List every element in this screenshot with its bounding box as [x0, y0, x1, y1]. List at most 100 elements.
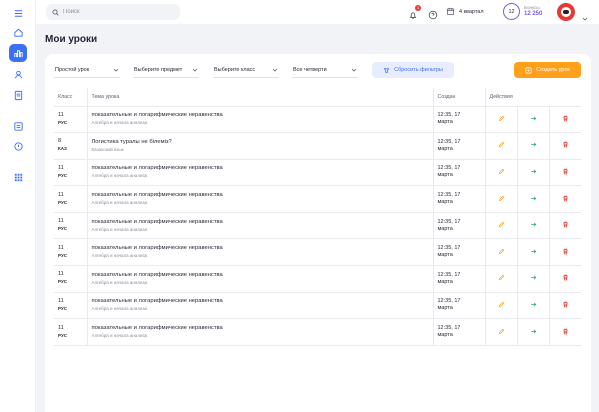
table-row[interactable]: 11 РУС показательные и логарифмические н… [54, 212, 581, 240]
search-box[interactable] [46, 4, 180, 20]
grade-cell: 11 РУС [54, 292, 87, 320]
subject-select[interactable]: Выберите предмет [133, 63, 199, 78]
pencil-icon[interactable] [498, 141, 505, 148]
table-row[interactable]: 11 РУС показательные и логарифмические н… [54, 159, 581, 187]
help-circle-icon[interactable] [428, 7, 438, 20]
table-row[interactable]: 11 РУС показательные и логарифмические н… [54, 185, 581, 213]
table-row[interactable]: 11 РУС показательные и логарифмические н… [54, 238, 581, 267]
home-icon[interactable] [9, 23, 27, 41]
grade-cell: 11 РУС [54, 318, 87, 346]
edit-cell [484, 132, 517, 160]
search-input[interactable] [63, 9, 173, 15]
arrow-right-icon[interactable] [530, 195, 537, 202]
grade-number: 11 [58, 111, 64, 118]
lessons-icon[interactable] [9, 44, 27, 62]
apps-icon[interactable] [9, 168, 27, 186]
page-title: Мои уроки [45, 34, 98, 45]
table-header-row: Класс Тема урока Создан Действия [54, 88, 581, 107]
trash-icon[interactable] [562, 301, 569, 308]
pencil-icon[interactable] [498, 168, 505, 175]
book-icon[interactable] [9, 117, 27, 135]
delete-cell [548, 159, 581, 187]
pencil-icon[interactable] [498, 328, 505, 335]
lesson-subject: Алгебра и начала анализа [91, 173, 148, 179]
pencil-icon[interactable] [498, 195, 505, 202]
reset-filters-label: Сбросить фильтры [394, 67, 443, 73]
topic-cell: показательные и логарифмические неравенс… [86, 212, 433, 240]
language-label: РУС [58, 119, 67, 125]
notification-bell-icon[interactable]: 1 [408, 5, 421, 19]
trash-icon[interactable] [562, 221, 569, 228]
create-lesson-label: Создать урок [536, 67, 570, 73]
open-cell [516, 106, 549, 134]
lesson-type-select[interactable]: Простой урок [54, 63, 120, 78]
grade-select[interactable]: Выберите класс [213, 63, 279, 78]
language-label: РУС [58, 279, 67, 285]
quarter-selector[interactable]: 4 квартал [446, 7, 484, 16]
quarter-filter-select[interactable]: Все четверти [292, 63, 358, 78]
notification-badge: 1 [415, 5, 421, 11]
filter-reset-icon [383, 67, 390, 73]
edit-cell [484, 159, 517, 187]
arrow-right-icon[interactable] [530, 301, 537, 308]
trash-icon[interactable] [562, 141, 569, 148]
created-month: марта [437, 199, 453, 206]
calendar-icon [446, 7, 455, 16]
open-cell [516, 132, 549, 160]
grade-number: 11 [58, 191, 64, 198]
arrow-right-icon[interactable] [530, 115, 537, 122]
language-label: РУС [58, 172, 67, 178]
table-row[interactable]: 11 РУС показательные и логарифмические н… [54, 292, 581, 320]
grade-number: 11 [58, 164, 64, 171]
add-lesson-icon [525, 67, 532, 73]
pencil-icon[interactable] [498, 115, 505, 122]
arrow-right-icon[interactable] [530, 274, 537, 281]
delete-cell [548, 185, 581, 213]
pencil-icon[interactable] [498, 301, 505, 308]
trash-icon[interactable] [562, 168, 569, 175]
arrow-right-icon[interactable] [530, 328, 537, 335]
trash-icon[interactable] [562, 248, 569, 255]
created-cell: 12:35, 17 марта [432, 106, 485, 134]
reset-filters-button[interactable]: Сбросить фильтры [372, 62, 454, 78]
grade-cell: 11 РУС [54, 159, 87, 187]
created-time: 12:35, 17 [437, 165, 461, 172]
grade-cell: 11 РУС [54, 185, 87, 213]
arrow-right-icon[interactable] [530, 221, 537, 228]
pencil-icon[interactable] [498, 248, 505, 255]
created-month: марта [437, 305, 453, 312]
grade-number: 11 [58, 218, 64, 225]
create-lesson-button[interactable]: Создать урок [514, 62, 581, 78]
table-row[interactable]: 11 РУС показательные и логарифмические н… [54, 265, 581, 293]
trash-icon[interactable] [562, 115, 569, 122]
created-cell: 12:35, 17 марта [432, 212, 485, 240]
arrow-right-icon[interactable] [530, 141, 537, 148]
document-icon[interactable] [9, 86, 27, 104]
topic-cell: показательные и логарифмические неравенс… [86, 185, 433, 213]
trash-icon[interactable] [562, 328, 569, 335]
grade-cell: 11 РУС [54, 265, 87, 293]
avatar[interactable] [557, 3, 575, 21]
grade-cell: 11 РУС [54, 238, 87, 267]
menu-icon[interactable] [9, 4, 27, 22]
arrow-right-icon[interactable] [530, 248, 537, 255]
table-row[interactable]: 11 РУС показательные и логарифмические н… [54, 318, 581, 346]
arrow-right-icon[interactable] [530, 168, 537, 175]
lesson-topic: показательные и логарифмические неравенс… [91, 165, 223, 172]
pencil-icon[interactable] [498, 274, 505, 281]
edit-cell [484, 212, 517, 240]
lesson-type-value: Простой урок [55, 67, 90, 73]
chevron-down-icon [113, 68, 119, 72]
help-icon[interactable] [9, 137, 27, 155]
created-time: 12:35, 17 [437, 112, 461, 119]
trash-icon[interactable] [562, 195, 569, 202]
created-cell: 12:35, 17 марта [432, 132, 485, 160]
table-row[interactable]: 8 КАЗ Логистика туралы не білеміз? Казах… [54, 132, 581, 160]
delete-cell [548, 212, 581, 240]
pencil-icon[interactable] [498, 221, 505, 228]
user-icon[interactable] [9, 65, 27, 83]
trash-icon[interactable] [562, 274, 569, 281]
chevron-down-icon[interactable] [582, 9, 588, 21]
lesson-subject: Алгебра и начала анализа [91, 333, 148, 339]
table-row[interactable]: 11 РУС показательные и логарифмические н… [54, 106, 581, 134]
